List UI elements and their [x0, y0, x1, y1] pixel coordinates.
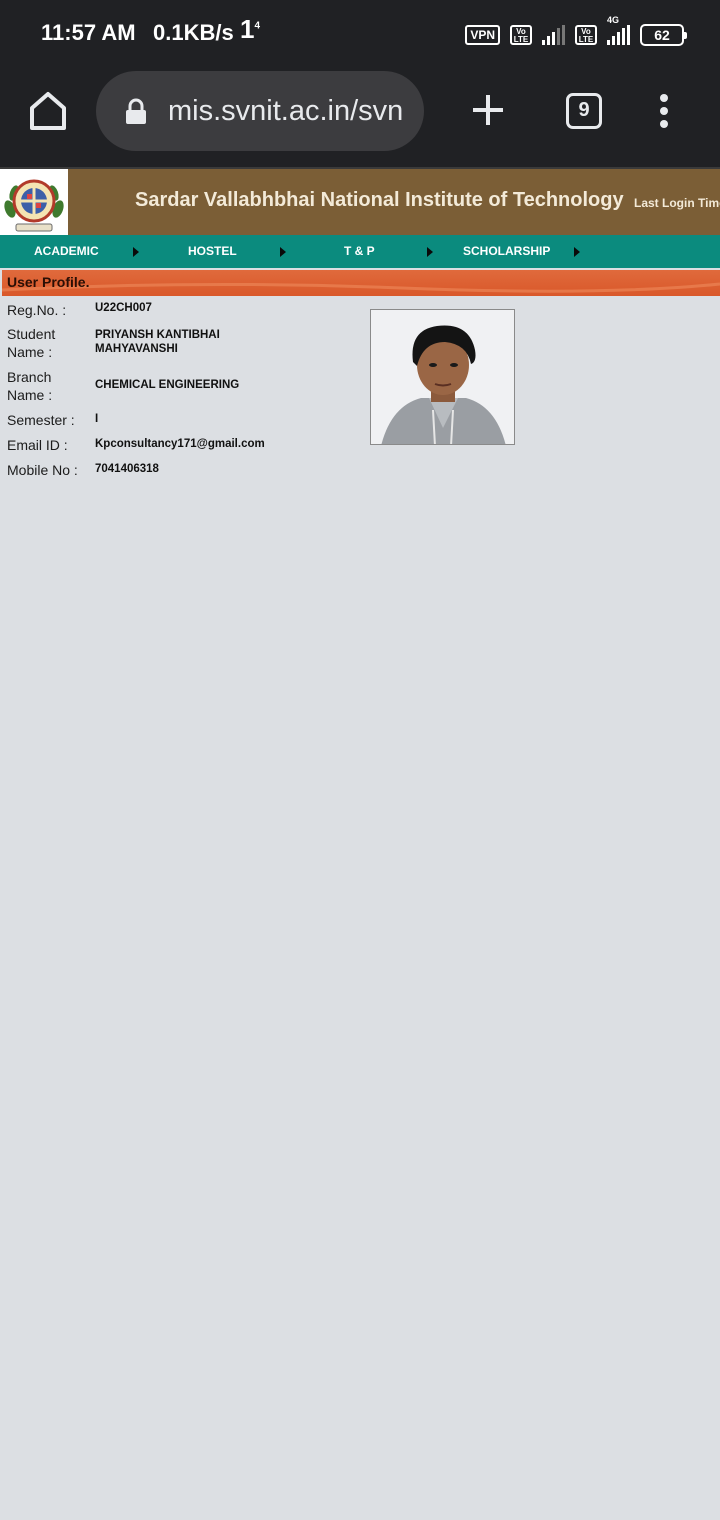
status-extra-sup: 4: [254, 20, 261, 32]
student-name-value-line1: PRIYANSH KANTIBHAI: [95, 329, 220, 341]
new-tab-icon[interactable]: [470, 92, 506, 128]
volte-icon: Vo LTE: [575, 25, 597, 45]
status-network-speed: 0.1KB/s: [153, 20, 234, 45]
main-nav: ACADEMIC HOSTEL T & P SCHOLARSHIP: [0, 235, 720, 268]
overflow-menu-icon[interactable]: [658, 94, 670, 128]
email-value: Kpconsultancy171@gmail.com: [95, 438, 265, 450]
branch-name-label-line1: Branch: [7, 369, 52, 385]
student-name-value-line2: MAHYAVANSHI: [95, 343, 178, 355]
mobile-label: Mobile No :: [7, 462, 78, 478]
status-extra-text: 1: [240, 14, 255, 44]
nav-item-tnp[interactable]: T & P: [344, 235, 375, 268]
network-type: 4G: [607, 15, 620, 25]
nav-item-academic[interactable]: ACADEMIC: [34, 235, 99, 268]
status-icons: VPN Vo LTE Vo LTE 4G 62: [465, 15, 687, 48]
battery-icon: 62: [640, 24, 687, 46]
status-bar: 11:57 AM 0.1KB/s 14 VPN Vo LTE Vo LTE 4G…: [0, 0, 720, 70]
student-name-label-line1: Student: [7, 326, 56, 342]
banner-swoosh: [2, 282, 720, 293]
last-login-time: Last Login Time: [634, 196, 720, 210]
nav-item-hostel[interactable]: HOSTEL: [188, 235, 237, 268]
signal-icon: [542, 25, 565, 45]
branch-name-label-line2: Name :: [7, 387, 53, 403]
lock-icon: [124, 98, 148, 131]
address-bar[interactable]: mis.svnit.ac.in/svn: [96, 71, 424, 151]
status-time: 11:57 AM: [41, 20, 136, 45]
student-photo: [370, 309, 515, 445]
url-text[interactable]: mis.svnit.ac.in/svn: [168, 95, 403, 128]
semester-label: Semester :: [7, 412, 75, 428]
branch-name-value: CHEMICAL ENGINEERING: [95, 379, 240, 391]
caret-right-icon[interactable]: [427, 247, 433, 257]
section-banner: User Profile.: [2, 270, 720, 296]
semester-value: I: [95, 413, 99, 425]
browser-toolbar: mis.svnit.ac.in/svn 9: [0, 70, 720, 167]
status-notification-icon: 14: [240, 14, 260, 45]
caret-right-icon[interactable]: [133, 247, 139, 257]
institute-logo: [0, 169, 68, 237]
tab-switcher-button[interactable]: 9: [566, 93, 602, 129]
caret-right-icon[interactable]: [280, 247, 286, 257]
vpn-icon: VPN: [465, 25, 500, 45]
mobile-value: 7041406318: [95, 463, 159, 475]
caret-right-icon[interactable]: [574, 247, 580, 257]
nav-item-scholarship[interactable]: SCHOLARSHIP: [463, 235, 550, 268]
home-icon[interactable]: [28, 90, 68, 132]
student-name-label-line2: Name :: [7, 344, 53, 360]
volte-icon: Vo LTE: [510, 25, 532, 45]
email-label: Email ID :: [7, 437, 68, 453]
reg-no-value: U22CH007: [95, 302, 152, 314]
site-title: Sardar Vallabhbhai National Institute of…: [135, 189, 624, 211]
reg-no-label: Reg.No. :: [7, 302, 67, 318]
section-title: User Profile.: [7, 274, 90, 290]
signal-4g-icon: 4G: [607, 15, 630, 45]
site-header: Sardar Vallabhbhai National Institute of…: [0, 167, 720, 237]
